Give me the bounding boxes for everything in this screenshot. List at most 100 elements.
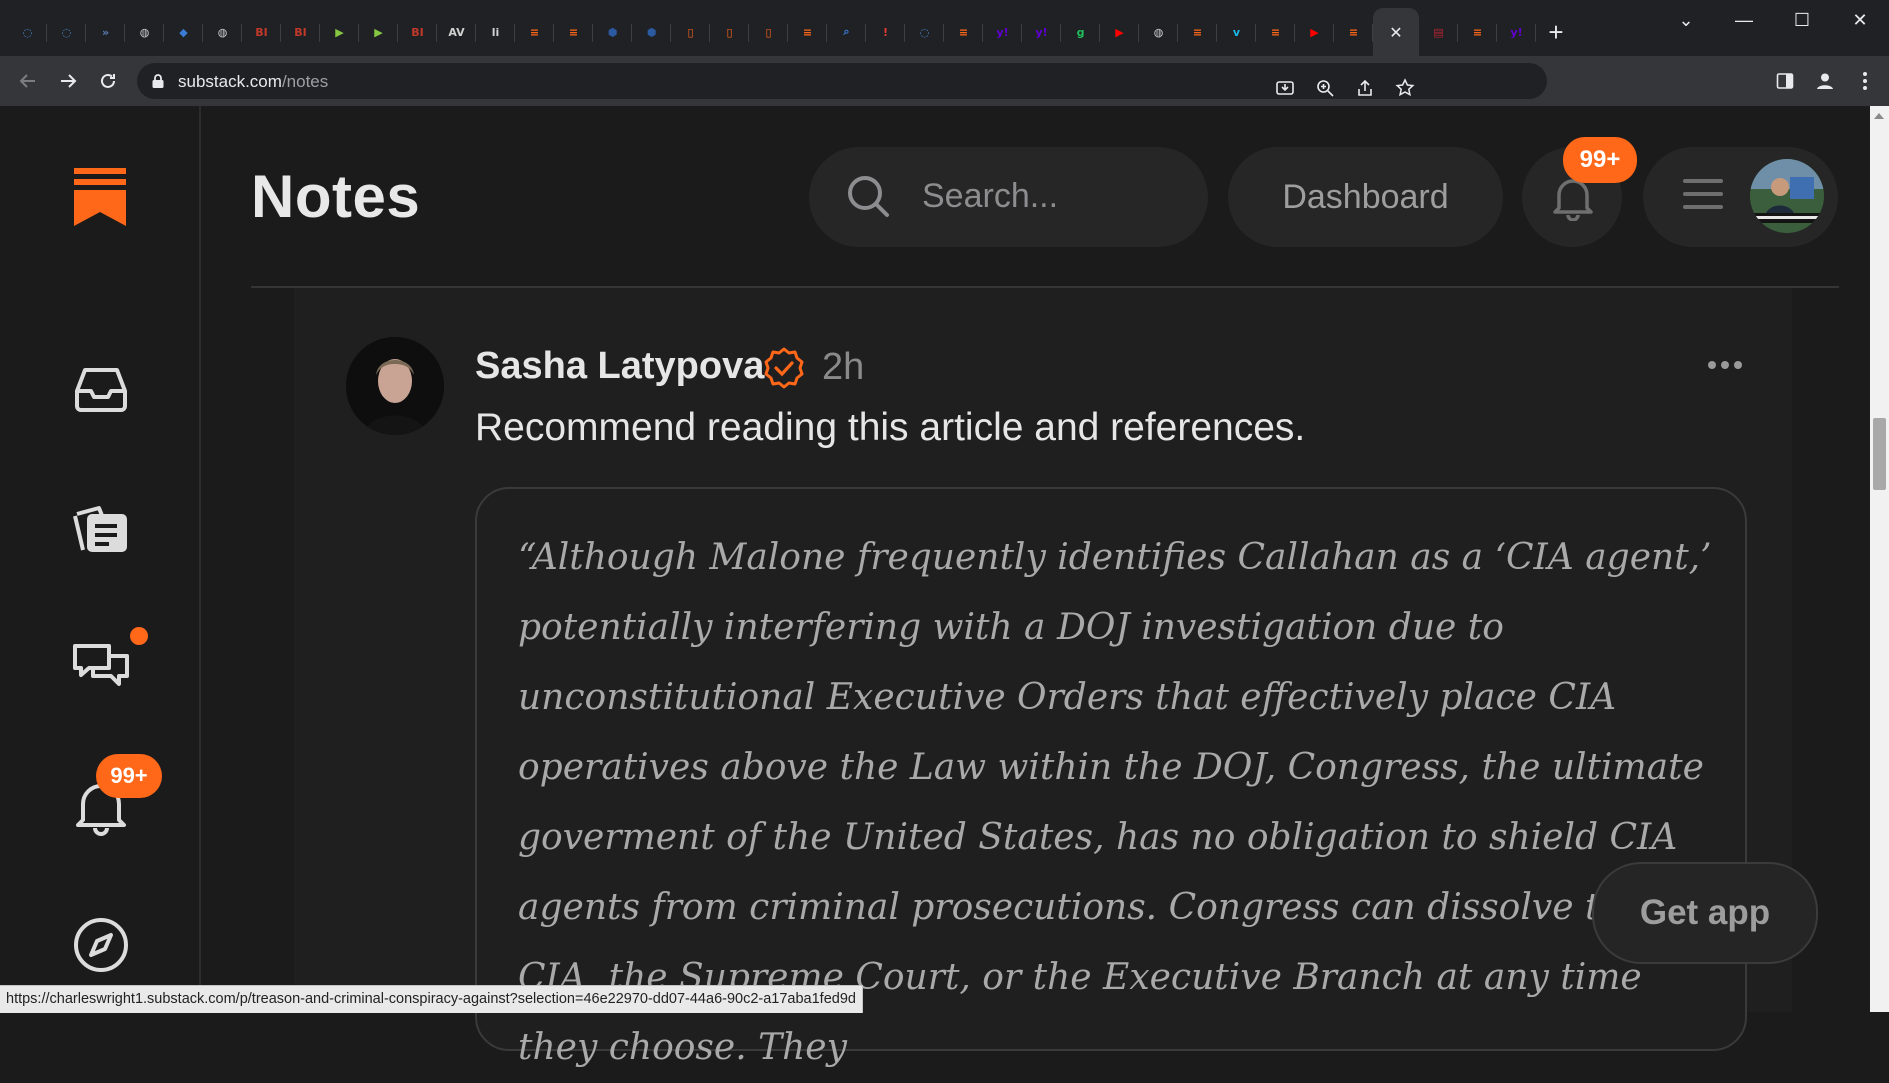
page-scrollbar[interactable] — [1870, 106, 1889, 1012]
browser-tab[interactable]: ▯ — [671, 8, 710, 56]
browser-tab[interactable]: » — [86, 8, 125, 56]
zoom-icon[interactable] — [1311, 74, 1339, 102]
install-app-icon[interactable] — [1271, 74, 1299, 102]
tab-search-icon[interactable]: ⌄ — [1657, 0, 1715, 40]
minimize-icon[interactable]: — — [1715, 0, 1773, 40]
bi-icon: BI — [255, 25, 268, 39]
side-panel-icon[interactable] — [1771, 67, 1799, 95]
shield-icon: ◌ — [61, 25, 72, 39]
vimeo-icon: v — [1232, 25, 1241, 39]
url-path: /notes — [281, 72, 329, 91]
rumble-icon: ▶ — [374, 25, 383, 39]
search-icon: ⌕ — [843, 25, 850, 38]
chevron-icon: » — [101, 25, 110, 39]
page: 99+ Notes Search... Dashboard 99+ Sasha … — [0, 106, 1870, 1068]
author-avatar[interactable] — [346, 337, 444, 435]
browser-tab[interactable]: ⌕ — [827, 8, 866, 56]
browser-tab[interactable]: ≡ — [1334, 8, 1373, 56]
close-icon[interactable]: ✕ — [1386, 22, 1406, 42]
browser-tab[interactable]: ▯ — [749, 8, 788, 56]
browser-tab[interactable]: BI — [281, 8, 320, 56]
profile-icon[interactable] — [1811, 67, 1839, 95]
post-text: Recommend reading this article and refer… — [475, 406, 1306, 449]
address-bar[interactable]: substack.com/notes — [137, 63, 1547, 99]
bookmark-icon: ▯ — [765, 25, 772, 39]
browser-tab[interactable]: ▶ — [1100, 8, 1139, 56]
browser-menu-icon[interactable] — [1851, 67, 1879, 95]
chat-icon[interactable] — [70, 636, 132, 698]
browser-tab[interactable]: v — [1217, 8, 1256, 56]
browser-tab[interactable]: ▤ — [1419, 8, 1458, 56]
browser-tab[interactable]: BI — [242, 8, 281, 56]
browser-tab[interactable]: ≡ — [1178, 8, 1217, 56]
back-icon[interactable] — [14, 67, 42, 95]
youtube-icon: ▶ — [1310, 25, 1319, 39]
lock-icon[interactable] — [151, 73, 165, 94]
reload-icon[interactable] — [94, 67, 122, 95]
browser-tab[interactable]: ≡ — [515, 8, 554, 56]
browser-tab[interactable]: ≡ — [1458, 8, 1497, 56]
search-input[interactable]: Search... — [809, 147, 1208, 247]
header-notifications-badge: 99+ — [1563, 137, 1637, 183]
browser-tab[interactable]: ◍ — [125, 8, 164, 56]
browser-tab[interactable]: ◌ — [47, 8, 86, 56]
tab-list: ◌ ◌ » ◍ ◆ ◍ BI BI ▶ ▶ BI AV li ≡ ≡ ⬢ ⬢ ▯ ▯ ▯ ≡ ⌕! ◌ ≡ y! y! g ▶ ◍ ≡ v ≡… — [8, 8, 1576, 56]
maximize-icon[interactable]: ☐ — [1773, 0, 1831, 40]
get-app-button[interactable]: Get app — [1592, 862, 1818, 964]
browser-tab[interactable]: li — [476, 8, 515, 56]
browser-tab[interactable]: BI — [398, 8, 437, 56]
browser-tab[interactable]: ▶ — [1295, 8, 1334, 56]
browser-tab[interactable]: ≡ — [1256, 8, 1295, 56]
browser-tab[interactable]: ◌ — [905, 8, 944, 56]
browser-tab[interactable]: ▶ — [359, 8, 398, 56]
browser-toolbar: substack.com/notes — [0, 56, 1889, 106]
bookmark-star-icon[interactable] — [1391, 74, 1419, 102]
browser-tab[interactable]: ◌ — [8, 8, 47, 56]
new-tab-icon[interactable]: + — [1536, 8, 1576, 56]
user-avatar[interactable] — [1750, 159, 1824, 233]
yahoo-icon: y! — [1510, 25, 1523, 39]
share-icon[interactable] — [1351, 74, 1379, 102]
forward-icon[interactable] — [54, 67, 82, 95]
post-timestamp[interactable]: 2h — [822, 346, 864, 389]
browser-tab[interactable]: ◍ — [203, 8, 242, 56]
library-icon[interactable] — [70, 498, 132, 560]
browser-tab[interactable]: ◍ — [1139, 8, 1178, 56]
compass-icon[interactable] — [70, 914, 132, 976]
browser-tab[interactable]: ⬢ — [593, 8, 632, 56]
page-title: Notes — [251, 163, 421, 230]
browser-tab[interactable]: ◆ — [164, 8, 203, 56]
browser-tab[interactable]: ≡ — [944, 8, 983, 56]
scroll-thumb[interactable] — [1873, 418, 1886, 490]
inbox-icon[interactable] — [70, 358, 132, 420]
quote-card[interactable]: “Although Malone frequently identifies C… — [475, 487, 1747, 1068]
substack-icon: ≡ — [1270, 25, 1281, 39]
browser-tab[interactable]: ▶ — [320, 8, 359, 56]
browser-tab[interactable]: ▯ — [710, 8, 749, 56]
pin-icon: ! — [882, 25, 889, 39]
dashboard-button[interactable]: Dashboard — [1228, 147, 1503, 247]
chat-unread-dot — [130, 627, 148, 645]
toolbar-right — [1771, 67, 1879, 95]
browser-tab[interactable]: ≡ — [788, 8, 827, 56]
cube-icon: ⬢ — [607, 25, 618, 39]
browser-tab[interactable]: g — [1061, 8, 1100, 56]
browser-tab[interactable]: y! — [1497, 8, 1536, 56]
address-bar-actions — [1271, 74, 1419, 102]
browser-tab[interactable]: ! — [866, 8, 905, 56]
url-host: substack.com — [178, 72, 282, 91]
substack-logo-icon[interactable] — [74, 168, 126, 231]
g-icon: g — [1076, 25, 1085, 39]
browser-tab[interactable]: ≡ — [554, 8, 593, 56]
scroll-up-icon[interactable] — [1874, 113, 1884, 119]
browser-tab[interactable]: y! — [1022, 8, 1061, 56]
author-name[interactable]: Sasha Latypova — [475, 345, 764, 388]
close-window-icon[interactable]: ✕ — [1831, 0, 1889, 40]
browser-tab[interactable]: AV — [437, 8, 476, 56]
active-tab[interactable]: ✕ — [1373, 8, 1419, 56]
browser-tab[interactable]: ⬢ — [632, 8, 671, 56]
more-options-icon[interactable] — [1708, 361, 1742, 369]
url-text[interactable]: substack.com/notes — [178, 72, 328, 92]
browser-tab[interactable]: y! — [983, 8, 1022, 56]
yahoo-icon: y! — [996, 25, 1009, 39]
